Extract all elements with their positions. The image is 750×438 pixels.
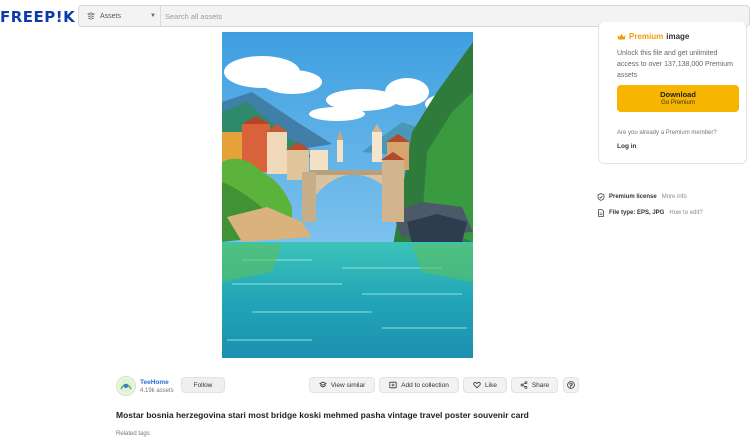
layers-icon xyxy=(318,381,327,389)
license-label: Premium license xyxy=(609,194,657,200)
asset-type-dropdown[interactable]: Assets ▼ xyxy=(79,6,161,26)
view-similar-button[interactable]: View similar xyxy=(309,377,375,393)
share-icon xyxy=(520,381,528,389)
share-button[interactable]: Share xyxy=(511,377,558,393)
chevron-down-icon: ▼ xyxy=(150,13,156,19)
file-icon xyxy=(597,209,605,217)
premium-description: Unlock this file and get unlimited acces… xyxy=(617,50,733,79)
premium-title: Premium image xyxy=(617,32,689,41)
pinterest-icon xyxy=(567,381,575,389)
like-button[interactable]: Like xyxy=(463,377,507,393)
premium-card: Premium image Unlock this file and get u… xyxy=(598,22,747,164)
asset-type-label: Assets xyxy=(100,12,122,20)
freepik-logo[interactable]: FREEP!K xyxy=(0,8,75,26)
login-link[interactable]: Log in xyxy=(617,143,637,150)
folder-plus-icon xyxy=(389,381,397,389)
download-button[interactable]: Download Go Premium xyxy=(617,85,739,112)
more-info-link[interactable]: More info xyxy=(662,194,687,200)
premium-label: Premium xyxy=(629,32,664,41)
author-assets-count: 4.19k assets xyxy=(140,387,174,394)
related-tags-heading: Related tags xyxy=(116,431,150,437)
add-to-collection-label: Add to collection xyxy=(401,381,449,389)
author-name[interactable]: TeeHome xyxy=(140,379,174,386)
view-similar-label: View similar xyxy=(330,381,366,389)
pinterest-button[interactable] xyxy=(563,377,579,393)
avatar[interactable] xyxy=(116,376,136,396)
shield-check-icon xyxy=(597,193,605,201)
add-to-collection-button[interactable]: Add to collection xyxy=(379,377,459,393)
file-type-label: File type: EPS, JPG xyxy=(609,210,665,216)
share-label: Share xyxy=(531,381,550,389)
crown-icon xyxy=(617,33,626,41)
heart-icon xyxy=(473,381,481,389)
follow-button[interactable]: Follow xyxy=(181,377,225,393)
file-type-row: File type: EPS, JPG How to edit? xyxy=(597,209,703,217)
member-question: Are you already a Premium member? xyxy=(617,130,717,136)
how-to-edit-link[interactable]: How to edit? xyxy=(669,210,702,216)
assets-icon xyxy=(87,12,95,20)
like-label: Like xyxy=(485,381,497,389)
go-premium-label: Go Premium xyxy=(661,100,695,106)
download-label: Download xyxy=(660,90,696,99)
asset-image[interactable] xyxy=(222,32,473,358)
author-info: TeeHome 4.19k assets xyxy=(140,379,174,394)
asset-title: Mostar bosnia herzegovina stari most bri… xyxy=(116,410,529,420)
image-label: image xyxy=(666,32,690,41)
license-row: Premium license More info xyxy=(597,193,687,201)
author-block[interactable]: TeeHome 4.19k assets xyxy=(116,376,174,396)
